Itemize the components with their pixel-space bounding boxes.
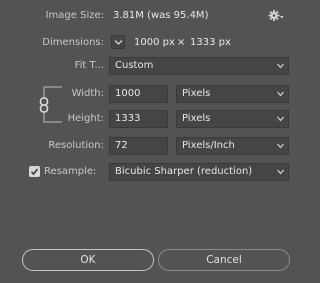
resample-method-dropdown[interactable]: Bicubic Sharper (reduction) (109, 163, 289, 181)
chevron-down-icon (277, 63, 284, 69)
chain-link-icon[interactable] (38, 97, 50, 116)
height-input[interactable]: 1333 (109, 110, 168, 128)
width-input[interactable]: 1000 (109, 85, 168, 103)
height-unit-dropdown[interactable]: Pixels (176, 110, 289, 128)
chevron-down-icon (277, 91, 284, 97)
ok-button[interactable]: OK (22, 249, 154, 271)
dimensions-height: 1333 px (190, 37, 231, 48)
dimensions-toggle[interactable] (111, 35, 125, 49)
gear-icon[interactable] (268, 9, 284, 25)
resolution-unit-value: Pixels/Inch (182, 140, 235, 151)
width-unit-value: Pixels (182, 88, 211, 99)
checkmark-icon (30, 168, 39, 176)
dimensions-times: × (177, 37, 186, 48)
height-unit-value: Pixels (182, 113, 211, 124)
dimensions-width: 1000 px (134, 37, 175, 48)
fit-to-label: Fit T... (74, 60, 104, 71)
cancel-button[interactable]: Cancel (158, 249, 290, 271)
fit-to-value: Custom (115, 60, 154, 71)
chevron-down-icon (114, 40, 123, 45)
image-size-label: Image Size: (45, 10, 104, 21)
resolution-label: Resolution: (48, 140, 104, 151)
resample-method-value: Bicubic Sharper (reduction) (115, 166, 253, 177)
resample-checkbox[interactable] (29, 166, 40, 177)
resolution-unit-dropdown[interactable]: Pixels/Inch (176, 137, 289, 155)
chevron-down-icon (277, 169, 284, 175)
fit-to-dropdown[interactable]: Custom (109, 57, 289, 75)
resolution-input[interactable]: 72 (109, 137, 168, 155)
height-label: Height: (67, 113, 104, 124)
resample-label[interactable]: Resample: (44, 166, 96, 177)
chevron-down-icon (277, 143, 284, 149)
chevron-down-icon (277, 116, 284, 122)
width-unit-dropdown[interactable]: Pixels (176, 85, 289, 103)
width-label: Width: (71, 88, 104, 99)
dimensions-label: Dimensions: (42, 37, 104, 48)
image-size-value: 3.81M (was 95.4M) (113, 10, 209, 21)
